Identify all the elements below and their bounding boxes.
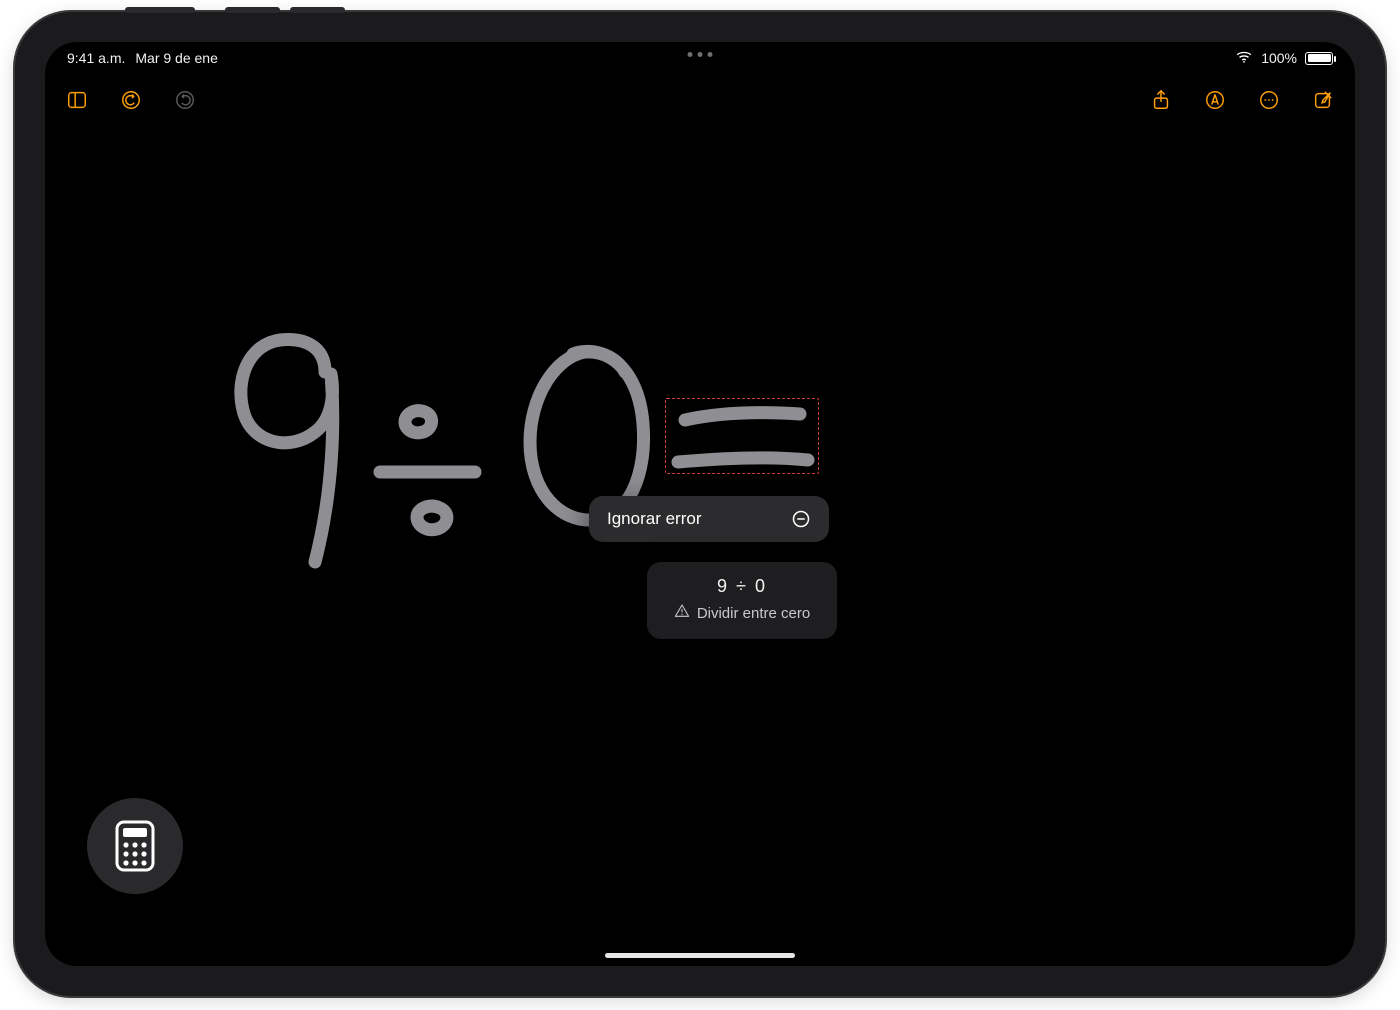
warning-triangle-icon <box>674 603 690 623</box>
calculator-fab[interactable] <box>87 798 183 894</box>
more-button[interactable] <box>1255 86 1283 114</box>
share-button[interactable] <box>1147 86 1175 114</box>
handwriting-svg <box>45 122 1355 966</box>
hardware-power-button <box>125 7 195 13</box>
compose-button[interactable] <box>1309 86 1337 114</box>
ignore-error-label: Ignorar error <box>607 509 701 529</box>
hardware-volume-up-button <box>225 7 280 13</box>
math-canvas[interactable]: Ignorar error 9 ÷ 0 Dividir entre cero <box>45 122 1355 966</box>
redo-button <box>171 86 199 114</box>
calculator-icon <box>114 820 156 872</box>
home-indicator[interactable] <box>605 953 795 958</box>
multitask-dots-icon[interactable] <box>688 52 713 57</box>
app-toolbar <box>45 78 1355 122</box>
error-warning-label: Dividir entre cero <box>697 605 810 622</box>
battery-percentage: 100% <box>1261 50 1297 66</box>
status-bar: 9:41 a.m. Mar 9 de ene 100% <box>45 42 1355 74</box>
hardware-volume-down-button <box>290 7 345 13</box>
ipad-device-frame: 9:41 a.m. Mar 9 de ene 100% <box>15 12 1385 996</box>
status-time: 9:41 a.m. <box>67 50 125 66</box>
ignore-error-icon <box>791 509 811 529</box>
ignore-error-popover[interactable]: Ignorar error <box>589 496 829 542</box>
screen: 9:41 a.m. Mar 9 de ene 100% <box>45 42 1355 966</box>
wifi-icon <box>1235 48 1253 69</box>
error-highlight-box[interactable] <box>665 398 819 474</box>
recognized-expression: 9 ÷ 0 <box>669 576 815 597</box>
markup-button[interactable] <box>1201 86 1229 114</box>
error-detail-popover[interactable]: 9 ÷ 0 Dividir entre cero <box>647 562 837 639</box>
battery-icon <box>1305 52 1333 65</box>
status-date: Mar 9 de ene <box>135 50 218 66</box>
undo-button[interactable] <box>117 86 145 114</box>
sidebar-toggle-button[interactable] <box>63 86 91 114</box>
